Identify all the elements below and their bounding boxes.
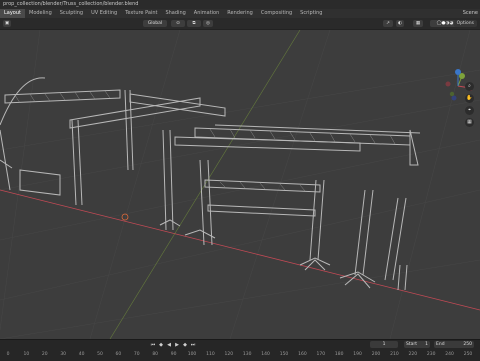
x-axis-line: [0, 189, 480, 311]
timeline-editor: ⏮ ◆ ◀ ▶ ◆ ⏭ 1 Start 1 End 250 0 10 20 30 40 5…: [0, 339, 480, 361]
workspace-tabs: Layout Modeling Sculpting UV Editing Texture…: [0, 9, 480, 18]
start-frame-field[interactable]: Start 1: [404, 341, 430, 348]
jump-start-icon[interactable]: ⏮: [150, 342, 156, 348]
rendered-shading-icon[interactable]: ◕: [449, 21, 453, 26]
ruler-tick: 140: [261, 352, 270, 357]
3d-viewport[interactable]: ⌕ ✋ ⌖ ▦: [0, 30, 480, 339]
ruler-tick: 120: [224, 352, 234, 357]
next-keyframe-icon[interactable]: ◆: [182, 342, 188, 348]
pivot-icon[interactable]: ⊙: [171, 20, 185, 27]
ruler-tick: 80: [152, 352, 159, 357]
frame-ruler[interactable]: 0 10 20 30 40 50 60 70 80 90 100 110 120 130 140 150 160…: [0, 350, 480, 361]
end-value: 250: [463, 342, 472, 347]
tab-scripting[interactable]: Scripting: [296, 9, 326, 18]
xray-icon[interactable]: ▦: [413, 20, 423, 27]
ruler-tick: 220: [408, 352, 418, 357]
ruler-tick: 20: [41, 352, 48, 357]
options-dropdown[interactable]: Options: [453, 20, 477, 27]
options-label: Options: [456, 21, 474, 26]
overlay-icon[interactable]: ◐: [396, 20, 404, 27]
ruler-tick: 200: [371, 352, 381, 357]
gizmo-toggle-icon[interactable]: ↗: [383, 20, 393, 27]
prev-keyframe-icon[interactable]: ◆: [158, 342, 164, 348]
ruler-tick: 70: [133, 352, 140, 357]
ruler-tick: 240: [445, 352, 454, 357]
ruler-tick: 10: [23, 352, 30, 357]
ruler-tick: 90: [170, 352, 177, 357]
end-label: End: [436, 342, 445, 347]
ruler-tick: 170: [316, 352, 326, 357]
ruler-tick: 100: [187, 352, 197, 357]
tab-layout[interactable]: Layout: [0, 9, 25, 18]
viewport-scene: [0, 30, 480, 339]
tab-uv-editing[interactable]: UV Editing: [87, 9, 121, 18]
ruler-tick: 110: [206, 352, 215, 357]
ruler-tick: 180: [334, 352, 344, 357]
ruler-tick: 60: [115, 352, 122, 357]
transform-orientation-dropdown[interactable]: Global: [143, 20, 167, 27]
tab-shading[interactable]: Shading: [161, 9, 189, 18]
snap-icon[interactable]: ⧉: [187, 20, 201, 27]
jump-end-icon[interactable]: ⏭: [190, 342, 196, 348]
start-label: Start: [406, 342, 417, 347]
orientation-label: Global: [147, 21, 163, 26]
tab-animation[interactable]: Animation: [190, 9, 224, 18]
ruler-tick: 210: [390, 352, 399, 357]
ruler-tick: 50: [97, 352, 103, 357]
tab-modeling[interactable]: Modeling: [25, 9, 56, 18]
tab-texture-paint[interactable]: Texture Paint: [121, 9, 161, 18]
ruler-tick: 0: [6, 352, 10, 357]
ruler-tick: 250: [463, 352, 473, 357]
current-frame-field[interactable]: 1: [370, 341, 398, 348]
ruler-tick: 160: [298, 352, 307, 357]
current-frame-value: 1: [382, 342, 386, 347]
zoom-icon[interactable]: ⌕: [465, 82, 474, 91]
viewport-header: ▣ Global ⊙ ⧉ ◎ ↗ ◐ ▦ ◯●◑◕: [0, 18, 480, 30]
ruler-tick: 230: [426, 352, 436, 357]
ruler-tick: 130: [242, 352, 252, 357]
window-title-bar: prop_collection/blender/Truss_collection…: [0, 0, 480, 9]
floor-grid: [0, 30, 480, 339]
tab-compositing[interactable]: Compositing: [257, 9, 296, 18]
editor-type-icon[interactable]: ▣: [3, 20, 11, 27]
playback-controls: ⏮ ◆ ◀ ▶ ◆ ⏭ 1 Start 1 End 250: [0, 340, 480, 350]
ruler-tick: 40: [78, 352, 85, 357]
start-value: 1: [425, 342, 428, 347]
perspective-toggle-icon[interactable]: ▦: [465, 118, 474, 127]
end-frame-field[interactable]: End 250: [434, 341, 474, 348]
tab-rendering[interactable]: Rendering: [223, 9, 257, 18]
truss-structures[interactable]: [0, 77, 421, 291]
tab-sculpting[interactable]: Sculpting: [56, 9, 87, 18]
play-icon[interactable]: ▶: [174, 342, 180, 348]
truss-bracing: [14, 90, 396, 192]
scene-selector[interactable]: Scene: [463, 9, 478, 18]
play-reverse-icon[interactable]: ◀: [166, 342, 172, 348]
ruler-tick: 190: [353, 352, 362, 357]
proportional-edit-icon[interactable]: ◎: [203, 20, 213, 27]
camera-view-icon[interactable]: ⌖: [465, 106, 474, 115]
ruler-tick: 30: [60, 352, 67, 357]
window-title: prop_collection/blender/Truss_collection…: [3, 1, 139, 7]
ruler-tick: 150: [279, 352, 289, 357]
pan-hand-icon[interactable]: ✋: [465, 94, 474, 103]
